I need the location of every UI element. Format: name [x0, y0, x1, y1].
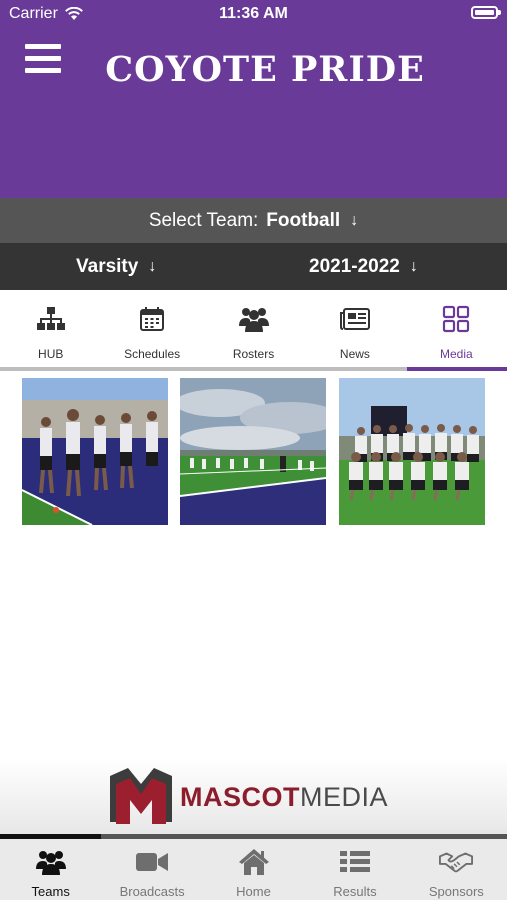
logo-text-part2: MEDIA [300, 782, 389, 812]
tab-label: HUB [38, 347, 64, 361]
season-value: 2021-2022 [309, 255, 400, 277]
team-huddle-photo [22, 378, 168, 525]
tab-hub[interactable]: HUB [0, 290, 101, 372]
hamburger-menu-icon[interactable] [25, 44, 61, 74]
mascot-media-logo-mark [110, 768, 172, 824]
media-grid [22, 378, 488, 525]
season-selector[interactable]: 2021-2022 ↓ [309, 243, 418, 290]
nav-results[interactable]: Results [304, 839, 405, 900]
team-group-photo [339, 378, 485, 525]
tabs-underline [0, 367, 507, 371]
tab-label: Rosters [232, 347, 275, 361]
logo-text-part1: MASCOT [180, 782, 300, 812]
video-camera-icon [135, 848, 169, 876]
nav-teams[interactable]: Teams [0, 839, 101, 900]
battery-icon [471, 6, 501, 19]
tab-news[interactable]: News [304, 290, 405, 372]
tab-media[interactable]: Media [406, 290, 507, 372]
nav-home[interactable]: Home [203, 839, 304, 900]
calendar-icon [137, 304, 167, 334]
tab-rosters[interactable]: Rosters [203, 290, 304, 372]
tab-schedules[interactable]: Schedules [101, 290, 202, 372]
nav-label: Teams [31, 884, 70, 899]
org-chart-icon [36, 304, 66, 334]
section-tabs: HUB Schedules Rosters News Media [0, 290, 507, 372]
app-header: Carrier 11:36 AM COYOTE PRIDE [0, 0, 507, 198]
nav-label: Broadcasts [119, 884, 185, 899]
newspaper-icon [339, 304, 370, 334]
app-title: COYOTE PRIDE [105, 49, 425, 90]
sponsor-banner[interactable]: MASCOTMEDIA [0, 758, 507, 838]
filter-row: Varsity ↓ 2021-2022 ↓ [0, 243, 507, 290]
level-value: Varsity [76, 255, 139, 277]
people-group-icon [238, 304, 269, 334]
level-selector[interactable]: Varsity ↓ [76, 243, 156, 290]
tab-label: News [339, 347, 370, 361]
arrow-down-icon: ↓ [148, 257, 157, 275]
arrow-down-icon: ↓ [350, 211, 359, 229]
team-selector-value: Football [266, 209, 341, 231]
grid-icon [441, 304, 471, 334]
team-selector-label: Select Team: [148, 209, 259, 231]
arrow-down-icon: ↓ [409, 257, 418, 275]
sponsor-logo-text: MASCOTMEDIA [180, 782, 388, 813]
tab-label: Schedules [124, 347, 181, 361]
practice-field-photo [180, 378, 326, 525]
tab-label: Media [439, 347, 473, 361]
media-thumbnail[interactable] [339, 378, 485, 525]
status-time: 11:36 AM [219, 5, 288, 22]
nav-label: Results [333, 884, 377, 899]
list-icon [338, 848, 372, 876]
team-selector[interactable]: Select Team: Football ↓ [0, 198, 507, 243]
media-thumbnail[interactable] [22, 378, 168, 525]
people-group-icon [34, 848, 68, 876]
nav-label: Home [236, 884, 271, 899]
handshake-icon [439, 848, 474, 876]
status-bar: Carrier 11:36 AM [0, 0, 507, 28]
nav-label: Sponsors [428, 884, 484, 899]
home-icon [237, 848, 271, 876]
active-tab-indicator [407, 367, 507, 371]
bottom-nav: Teams Broadcasts Home Results Sponsors [0, 839, 507, 900]
media-thumbnail[interactable] [180, 378, 326, 525]
nav-sponsors[interactable]: Sponsors [406, 839, 507, 900]
nav-broadcasts[interactable]: Broadcasts [101, 839, 202, 900]
